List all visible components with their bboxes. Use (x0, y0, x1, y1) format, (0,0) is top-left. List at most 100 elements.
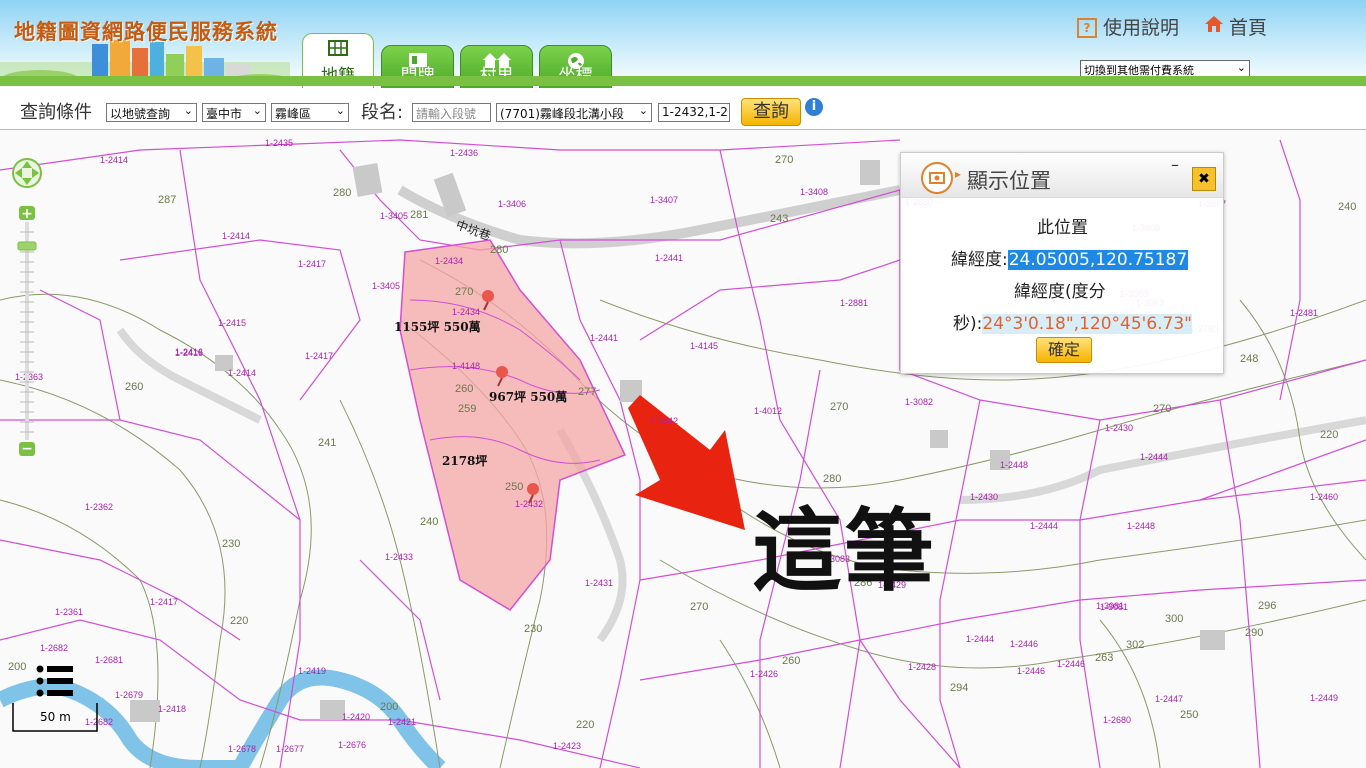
parcel-number-label: 1-2448 (1127, 521, 1155, 531)
parcel-number-label: 1-2419 (298, 666, 326, 676)
elevation-label: 243 (770, 213, 788, 225)
parcel-number-label: 1-2430 (1105, 423, 1133, 433)
parcel-number-label: 1-2680 (1103, 715, 1131, 725)
city-select[interactable]: 臺中市 ⌄ (202, 103, 266, 122)
elevation-label: 200 (380, 701, 398, 713)
elevation-label: 287 (158, 194, 176, 206)
parcel-number-label: 1-2442 (650, 416, 678, 426)
parcel-number-label: 1-2426 (750, 669, 778, 679)
district-select[interactable]: 霧峰區 ⌄ (271, 103, 349, 122)
zoom-slider-track[interactable] (25, 222, 29, 440)
section-label: 段名: (361, 102, 404, 123)
map-grid-icon (328, 40, 348, 56)
parcel-number-label: 1-3405 (380, 211, 408, 221)
section-select[interactable]: (7701)霧峰段北溝小段 ⌄ (496, 103, 652, 122)
home-icon (1205, 16, 1223, 32)
parcel-number-label: 1-2676 (338, 740, 366, 750)
elevation-label: 240 (1338, 201, 1356, 213)
highlighted-parcel[interactable] (399, 239, 627, 611)
elevation-label: 248 (1240, 353, 1258, 365)
elevation-label: 230 (524, 623, 542, 635)
minus-icon: − (21, 441, 33, 457)
query-mode-select[interactable]: 以地號查詢 ⌄ (106, 103, 197, 122)
elevation-label: 200 (8, 661, 26, 673)
chevron-down-icon: ⌄ (252, 104, 262, 117)
info-icon[interactable]: i (805, 98, 823, 116)
parcel-number-label: 1-2423 (553, 741, 581, 751)
parcel-number-label: 1-2362 (85, 502, 113, 512)
pan-arrows-icon[interactable] (12, 158, 42, 188)
parcel-number-label: 1-2414 (100, 155, 128, 165)
parcel-number-label: 1-3405 (372, 281, 400, 291)
minimize-button[interactable]: – (1171, 155, 1179, 174)
parcel-number-label: 1-2418 (158, 704, 186, 714)
parcel-number-label: 1-2677 (276, 744, 304, 754)
parcel-number-label: 1-2417 (305, 351, 333, 361)
query-button[interactable]: 查詢 (741, 98, 801, 126)
zoom-pan-control[interactable]: + − (8, 146, 48, 466)
header-banner: 地籍圖資網路便民服務系統 地籍 門牌 村里 坐標 ? 使用說 (0, 0, 1366, 89)
parcel-number-label: 1-2678 (228, 744, 256, 754)
legend-list-icon[interactable] (36, 664, 76, 698)
dms-value[interactable]: 24°3'0.18",120°45'6.73" (982, 314, 1192, 334)
elevation-label: 259 (458, 403, 476, 415)
price-label: 2178坪 (442, 454, 487, 468)
parcel-number-label: 1-2682 (40, 643, 68, 653)
parcel-number-label: 1-3081 (1096, 601, 1124, 611)
section-code-input[interactable]: 請輸入段號 (412, 103, 491, 122)
parcel-number-label: 1-2420 (342, 712, 370, 722)
site-title: 地籍圖資網路便民服務系統 (14, 20, 278, 44)
city-value: 臺中市 (206, 107, 243, 121)
parcel-number-label: 1-2417 (298, 259, 326, 269)
panel-title: 顯示位置 (967, 169, 1051, 193)
home-link[interactable]: 首頁 (1205, 13, 1267, 40)
elevation-label: 250 (1180, 709, 1198, 721)
parcel-number-input[interactable]: 1-2432,1-2 (658, 103, 730, 122)
help-link[interactable]: ? 使用說明 (1077, 13, 1179, 40)
zoom-slider-handle[interactable] (17, 241, 37, 251)
parcel-number-label: 1-2681 (95, 655, 123, 665)
parcel-number-label: 1-4145 (690, 341, 718, 351)
close-button[interactable]: ✖ (1192, 167, 1216, 191)
annotation-text: 這筆 (752, 499, 936, 604)
parcel-number-label: 1-2415 (218, 318, 246, 328)
parcel-number-label: 1-2481 (1290, 308, 1318, 318)
latlng-row: 緯經度:24.05005,120.75187 (951, 245, 1189, 270)
dms-label: 緯經度(度分 (1014, 282, 1106, 302)
elevation-label: 294 (950, 682, 968, 694)
district-value: 霧峰區 (275, 107, 312, 121)
parcel-number-label: 1-2441 (655, 253, 683, 263)
parcel-number-value: 1-2432,1-2 (662, 105, 728, 119)
parcel-number-label: 1-2448 (1000, 460, 1028, 470)
parcel-number-label: 1-2431 (585, 578, 613, 588)
parcel-number-label: 1-2417 (150, 597, 178, 607)
parcel-number-label: 1-2446 (1017, 666, 1045, 676)
chevron-down-icon: ⌄ (335, 104, 345, 117)
plus-icon: + (21, 206, 33, 222)
parcel-number-label: 1-2432 (515, 499, 543, 509)
price-label: 1155坪 550萬 (394, 319, 481, 334)
ok-button[interactable]: 確定 (1036, 337, 1092, 363)
latlng-value[interactable]: 24.05005,120.75187 (1007, 250, 1189, 270)
header-green-bar (0, 76, 1366, 86)
elevation-label: 270 (830, 401, 848, 413)
parcel-number-label: 1-4012 (754, 406, 782, 416)
zoom-ticks (20, 231, 34, 433)
elevation-label: 302 (1126, 639, 1144, 651)
parcel-number-label: 1-2447 (1155, 694, 1183, 704)
latlng-label: 緯經度: (951, 250, 1008, 270)
parcel-number-label: 1-3406 (498, 199, 526, 209)
elevation-label: 220 (576, 719, 594, 731)
elevation-label: 241 (318, 437, 336, 449)
elevation-label: 280 (333, 187, 351, 199)
elevation-label: 281 (410, 209, 428, 221)
elevation-label: 277 (578, 386, 596, 398)
elevation-label: 220 (230, 615, 248, 627)
parcel-number-label: 1-2679 (115, 690, 143, 700)
dms-row: 秒):24°3'0.18",120°45'6.73" (953, 309, 1192, 334)
parcel-number-label: 1-2434 (452, 307, 480, 317)
parcel-number-label: 1-2441 (590, 333, 618, 343)
parcel-number-label: 1-2436 (450, 148, 478, 158)
elevation-label: 250 (505, 481, 523, 493)
parcel-number-label: 1-2430 (970, 492, 998, 502)
